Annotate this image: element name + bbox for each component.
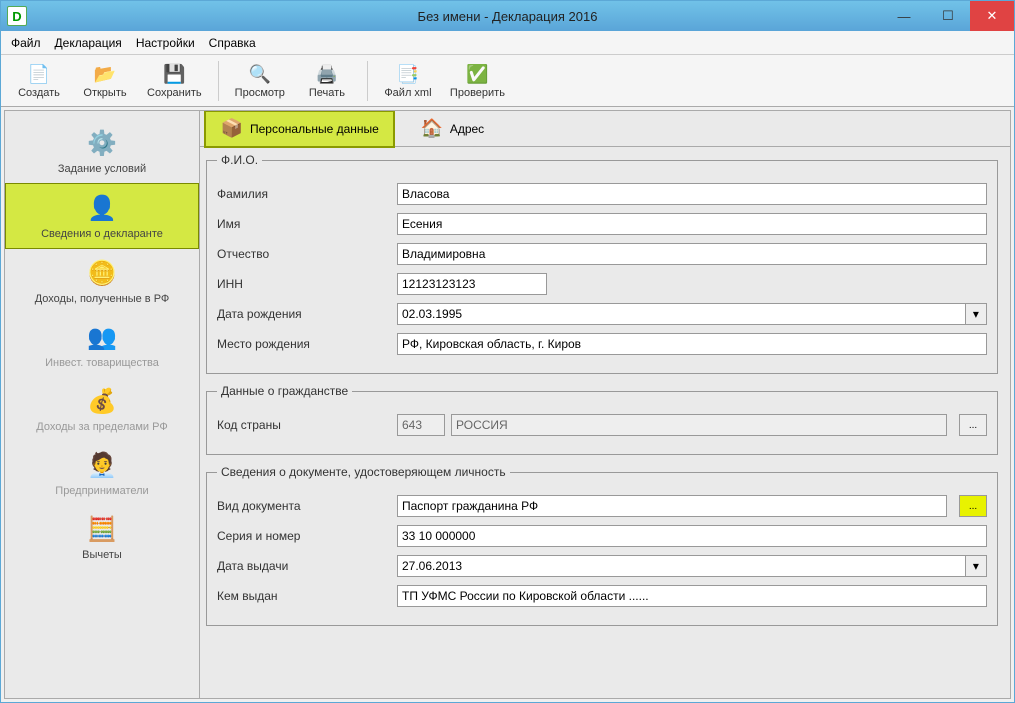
sidebar-item-deductions[interactable]: 🧮 Вычеты: [5, 505, 199, 569]
deductions-icon: 🧮: [86, 513, 118, 545]
fio-group: Ф.И.О. Фамилия Имя Отчество ИНН: [206, 153, 998, 374]
tab-personal-data[interactable]: 📦 Персональные данные: [204, 110, 395, 148]
toolbar: 📄Создать 📂Открыть 💾Сохранить 🔍Просмотр 🖨…: [1, 55, 1014, 107]
issue-date-label: Дата выдачи: [217, 559, 397, 573]
doc-type-browse-button[interactable]: ...: [959, 495, 987, 517]
xml-button[interactable]: 📑Файл xml: [378, 57, 438, 105]
titlebar: D Без имени - Декларация 2016 — ☐ ✕: [1, 1, 1014, 31]
sidebar-item-declarant[interactable]: 👤 Сведения о декларанте: [5, 183, 199, 249]
conditions-icon: ⚙️: [86, 127, 118, 159]
toolbar-separator: [218, 61, 219, 101]
check-button[interactable]: ✅Проверить: [444, 57, 511, 105]
issue-date-input[interactable]: [397, 555, 966, 577]
country-code-label: Код страны: [217, 418, 397, 432]
new-file-icon: 📄: [27, 63, 51, 87]
issuer-input[interactable]: [397, 585, 987, 607]
window-title: Без имени - Декларация 2016: [1, 9, 1014, 24]
doc-serial-label: Серия и номер: [217, 529, 397, 543]
sidebar-item-invest[interactable]: 👥 Инвест. товарищества: [5, 313, 199, 377]
patronymic-input[interactable]: [397, 243, 987, 265]
menubar: Файл Декларация Настройки Справка: [1, 31, 1014, 55]
person-icon: 👤: [86, 192, 118, 224]
birthplace-label: Место рождения: [217, 337, 397, 351]
print-button[interactable]: 🖨️Печать: [297, 57, 357, 105]
sidebar-item-label: Предприниматели: [55, 485, 148, 497]
name-label: Имя: [217, 217, 397, 231]
preview-button[interactable]: 🔍Просмотр: [229, 57, 291, 105]
save-icon: 💾: [162, 63, 186, 87]
app-window: D Без имени - Декларация 2016 — ☐ ✕ Файл…: [0, 0, 1015, 703]
sidebar: ⚙️ Задание условий 👤 Сведения о декларан…: [5, 111, 200, 698]
content-area: ⚙️ Задание условий 👤 Сведения о декларан…: [4, 110, 1011, 699]
sidebar-item-entrepreneurs[interactable]: 🧑‍💼 Предприниматели: [5, 441, 199, 505]
country-name-input: [451, 414, 947, 436]
sidebar-item-label: Сведения о декларанте: [41, 228, 163, 240]
birthplace-input[interactable]: [397, 333, 987, 355]
sidebar-item-conditions[interactable]: ⚙️ Задание условий: [5, 119, 199, 183]
fio-legend: Ф.И.О.: [217, 153, 262, 167]
entrepreneur-icon: 🧑‍💼: [86, 449, 118, 481]
tab-address[interactable]: 🏠 Адрес: [405, 111, 499, 147]
name-input[interactable]: [397, 213, 987, 235]
invest-icon: 👥: [86, 321, 118, 353]
check-icon: ✅: [465, 63, 489, 87]
main-panel: 📦 Персональные данные 🏠 Адрес Ф.И.О. Фам…: [200, 111, 1010, 698]
sidebar-item-label: Доходы, полученные в РФ: [35, 293, 170, 305]
dob-input[interactable]: [397, 303, 966, 325]
toolbar-separator: [367, 61, 368, 101]
document-legend: Сведения о документе, удостоверяющем лич…: [217, 465, 510, 479]
save-button[interactable]: 💾Сохранить: [141, 57, 208, 105]
sidebar-item-income-rf[interactable]: 🪙 Доходы, полученные в РФ: [5, 249, 199, 313]
menu-settings[interactable]: Настройки: [136, 36, 195, 50]
patronymic-label: Отчество: [217, 247, 397, 261]
country-code-input: [397, 414, 445, 436]
form-area: Ф.И.О. Фамилия Имя Отчество ИНН: [200, 147, 1010, 698]
doc-type-input[interactable]: [397, 495, 947, 517]
menu-help[interactable]: Справка: [209, 36, 256, 50]
surname-input[interactable]: [397, 183, 987, 205]
menu-declaration[interactable]: Декларация: [55, 36, 122, 50]
print-icon: 🖨️: [315, 63, 339, 87]
issuer-label: Кем выдан: [217, 589, 397, 603]
document-group: Сведения о документе, удостоверяющем лич…: [206, 465, 998, 626]
citizenship-group: Данные о гражданстве Код страны ...: [206, 384, 998, 455]
house-icon: 🏠: [420, 117, 444, 141]
country-browse-button[interactable]: ...: [959, 414, 987, 436]
surname-label: Фамилия: [217, 187, 397, 201]
sidebar-item-label: Задание условий: [58, 163, 146, 175]
moneybag-icon: 💰: [86, 385, 118, 417]
chevron-down-icon: ▾: [973, 559, 979, 573]
sidebar-item-income-foreign[interactable]: 💰 Доходы за пределами РФ: [5, 377, 199, 441]
xml-file-icon: 📑: [396, 63, 420, 87]
tabbar: 📦 Персональные данные 🏠 Адрес: [200, 111, 1010, 147]
dob-label: Дата рождения: [217, 307, 397, 321]
doc-serial-input[interactable]: [397, 525, 987, 547]
dob-dropdown-button[interactable]: ▾: [966, 303, 987, 325]
inn-label: ИНН: [217, 277, 397, 291]
inn-input[interactable]: [397, 273, 547, 295]
create-button[interactable]: 📄Создать: [9, 57, 69, 105]
issue-date-dropdown-button[interactable]: ▾: [966, 555, 987, 577]
box-icon: 📦: [220, 117, 244, 141]
sidebar-item-label: Инвест. товарищества: [45, 357, 159, 369]
chevron-down-icon: ▾: [973, 307, 979, 321]
citizenship-legend: Данные о гражданстве: [217, 384, 352, 398]
open-folder-icon: 📂: [93, 63, 117, 87]
open-button[interactable]: 📂Открыть: [75, 57, 135, 105]
coins-icon: 🪙: [86, 257, 118, 289]
menu-file[interactable]: Файл: [11, 36, 41, 50]
doc-type-label: Вид документа: [217, 499, 397, 513]
sidebar-item-label: Вычеты: [82, 549, 122, 561]
preview-icon: 🔍: [248, 63, 272, 87]
sidebar-item-label: Доходы за пределами РФ: [36, 421, 167, 433]
